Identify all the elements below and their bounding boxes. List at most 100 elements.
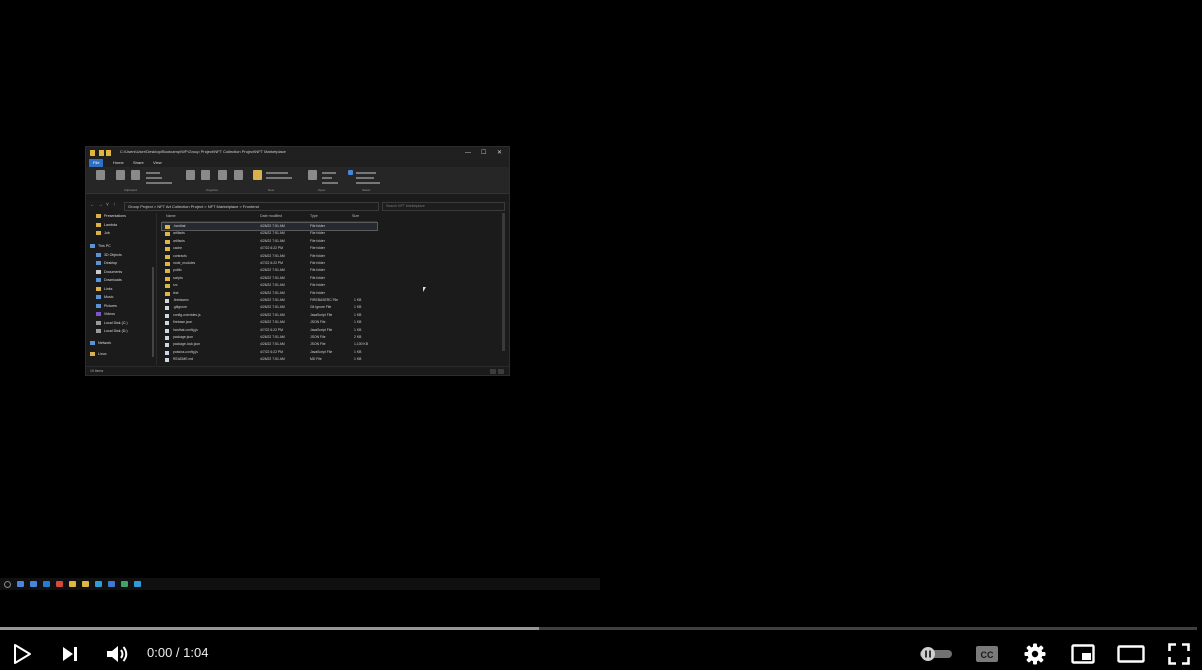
settings-button[interactable] xyxy=(1021,640,1049,668)
file-row[interactable]: artifacts 4/26/22 7:51 AM File folder xyxy=(162,230,462,237)
delete-icon[interactable] xyxy=(218,170,227,180)
sidebar-item[interactable]: Videos xyxy=(96,311,115,318)
sidebar-item[interactable]: This PC xyxy=(90,243,111,250)
cut-icon[interactable] xyxy=(146,172,160,174)
maximize-icon[interactable]: ☐ xyxy=(481,149,486,157)
column-type[interactable]: Type xyxy=(310,214,318,218)
captions-button[interactable]: CC xyxy=(973,640,1001,668)
properties-icon[interactable] xyxy=(308,170,317,180)
taskbar-app-icon xyxy=(30,581,37,587)
search-input[interactable]: Search NFT Marketplace xyxy=(382,202,505,211)
sidebar-item[interactable]: Music xyxy=(96,294,113,301)
sidebar-item[interactable]: Documents xyxy=(96,269,122,276)
folder-icon xyxy=(165,291,170,296)
file-row[interactable]: postcss.config.js 4/7/22 6:22 PM JavaScrip… xyxy=(162,349,462,356)
file-row[interactable]: node_modules 4/7/22 6:22 PM File folder xyxy=(162,260,462,267)
file-row[interactable]: config-overrides.js 4/26/22 7:51 AM JavaSc… xyxy=(162,312,462,319)
scrollbar[interactable] xyxy=(502,213,505,351)
recent-dropdown-icon[interactable]: ˅ xyxy=(106,202,109,208)
file-date: 4/26/22 7:51 AM xyxy=(260,283,285,288)
invert-selection-icon[interactable] xyxy=(356,177,374,179)
large-icons-view-icon[interactable] xyxy=(498,369,504,374)
file-row[interactable]: contracts 4/26/22 7:51 AM File folder xyxy=(162,253,462,260)
file-row[interactable]: package.json 4/26/22 7:51 AM JSON File 2 KB xyxy=(162,334,462,341)
play-button[interactable] xyxy=(8,640,36,668)
file-size: 2 KB xyxy=(354,335,362,339)
forward-arrow-icon[interactable]: → xyxy=(98,202,103,208)
volume-button[interactable] xyxy=(103,640,131,668)
new-folder-icon[interactable] xyxy=(253,170,262,180)
edit-icon[interactable] xyxy=(322,177,332,179)
close-icon[interactable]: ✕ xyxy=(497,149,502,157)
back-arrow-icon[interactable]: ← xyxy=(90,202,95,208)
sidebar-item[interactable]: Job xyxy=(96,230,110,237)
menu-file[interactable]: File xyxy=(89,159,104,167)
path-field[interactable]: Group Project > NFT Art Collection Proje… xyxy=(124,202,379,211)
paste-icon[interactable] xyxy=(131,170,140,180)
miniplayer-button[interactable] xyxy=(1069,640,1097,668)
menu-share[interactable]: Share xyxy=(133,160,144,165)
open-icon[interactable] xyxy=(322,172,336,174)
progress-bar[interactable] xyxy=(0,627,1197,630)
file-row[interactable]: .hardhat 4/26/22 7:51 AM File folder xyxy=(161,221,378,232)
copy-path-icon[interactable] xyxy=(146,177,162,179)
file-row[interactable]: scripts 4/26/22 7:51 AM File folder xyxy=(162,275,462,282)
next-button[interactable] xyxy=(56,640,84,668)
sidebar-item[interactable]: Links xyxy=(96,286,112,293)
paste-shortcut-icon[interactable] xyxy=(146,182,172,184)
minimize-icon[interactable]: — xyxy=(465,149,471,157)
file-size: 1 KB xyxy=(354,327,362,332)
copy-icon[interactable] xyxy=(116,170,125,180)
file-row[interactable]: public 4/26/22 7:51 AM File folder xyxy=(162,267,462,274)
new-item-icon[interactable] xyxy=(266,172,288,174)
file-row[interactable]: README.md 4/26/22 7:51 AM MD File 1 KB xyxy=(162,356,462,363)
file-row[interactable]: firebase.json 4/26/22 7:51 AM JSON File 1 K… xyxy=(162,319,462,326)
file-type: File folder xyxy=(310,268,325,273)
sidebar-item[interactable]: Downloads xyxy=(96,277,122,284)
file-row[interactable]: hardhat.config.js 4/7/22 6:22 PM JavaScrip… xyxy=(162,327,462,334)
file-row[interactable]: .firebaserc 4/26/22 7:51 AM FIREBASERC Fil… xyxy=(162,297,462,304)
column-size[interactable]: Size xyxy=(352,214,359,218)
menu-home[interactable]: Home xyxy=(113,160,124,165)
file-row[interactable]: artifacts 4/26/22 7:51 AM File folder xyxy=(162,238,462,245)
sidebar-item[interactable]: Linux xyxy=(90,351,107,358)
theater-mode-button[interactable] xyxy=(1117,640,1145,668)
rename-icon[interactable] xyxy=(234,170,243,180)
explorer-ribbon: Clipboard Organize New Open Select xyxy=(86,167,509,194)
sidebar-item[interactable]: Local Disk (C:) xyxy=(96,320,128,327)
up-arrow-icon[interactable]: ↑ xyxy=(113,202,116,208)
file-row[interactable]: src 4/26/22 7:51 AM File folder xyxy=(162,282,462,289)
sidebar-item[interactable]: Desktop xyxy=(96,260,117,267)
fullscreen-button[interactable] xyxy=(1165,640,1193,668)
file-row[interactable]: package-lock.json 4/26/22 7:51 AM JSON Fil… xyxy=(162,341,462,348)
sidebar-item[interactable]: Pictures xyxy=(96,303,117,310)
sidebar-item[interactable]: Presentations xyxy=(96,213,126,220)
column-name[interactable]: Name xyxy=(166,214,176,218)
move-to-icon[interactable] xyxy=(186,170,195,180)
folder-icon xyxy=(165,284,170,289)
file-row[interactable]: cache 4/7/22 6:22 PM File folder xyxy=(162,245,462,252)
sidebar-item[interactable]: 3D Objects xyxy=(96,252,122,259)
file-row[interactable]: .gitignore 4/26/22 7:51 AM Git Ignore File… xyxy=(162,304,462,311)
explorer-titlebar: C:\Users\User\Desktop\Bootcamp\WF\Group … xyxy=(86,147,509,159)
file-size: 1 KB xyxy=(354,320,362,325)
select-none-icon[interactable] xyxy=(356,172,376,174)
history-icon[interactable] xyxy=(322,182,338,184)
sidebar-item[interactable]: Lambda xyxy=(96,222,117,229)
file-row[interactable]: test 4/26/22 7:51 AM File folder xyxy=(162,290,462,297)
sidebar-item[interactable]: Network xyxy=(90,340,111,347)
invert-selection-label-icon[interactable] xyxy=(356,182,380,184)
menu-view[interactable]: View xyxy=(153,160,162,165)
video-frame[interactable]: C:\Users\User\Desktop\Bootcamp\WF\Group … xyxy=(0,0,1202,628)
sidebar-item[interactable]: Local Disk (D:) xyxy=(96,328,128,335)
select-all-icon[interactable] xyxy=(348,170,353,175)
scrollbar[interactable] xyxy=(152,267,154,357)
autoplay-toggle[interactable] xyxy=(918,640,954,668)
column-date-modified[interactable]: Date modified xyxy=(260,214,282,218)
file-size: 1 KB xyxy=(354,305,362,310)
copy-to-icon[interactable] xyxy=(201,170,210,180)
details-view-icon[interactable] xyxy=(490,369,496,374)
easy-access-icon[interactable] xyxy=(266,177,292,179)
mouse-cursor-icon xyxy=(423,287,426,292)
pin-icon[interactable] xyxy=(96,170,105,180)
